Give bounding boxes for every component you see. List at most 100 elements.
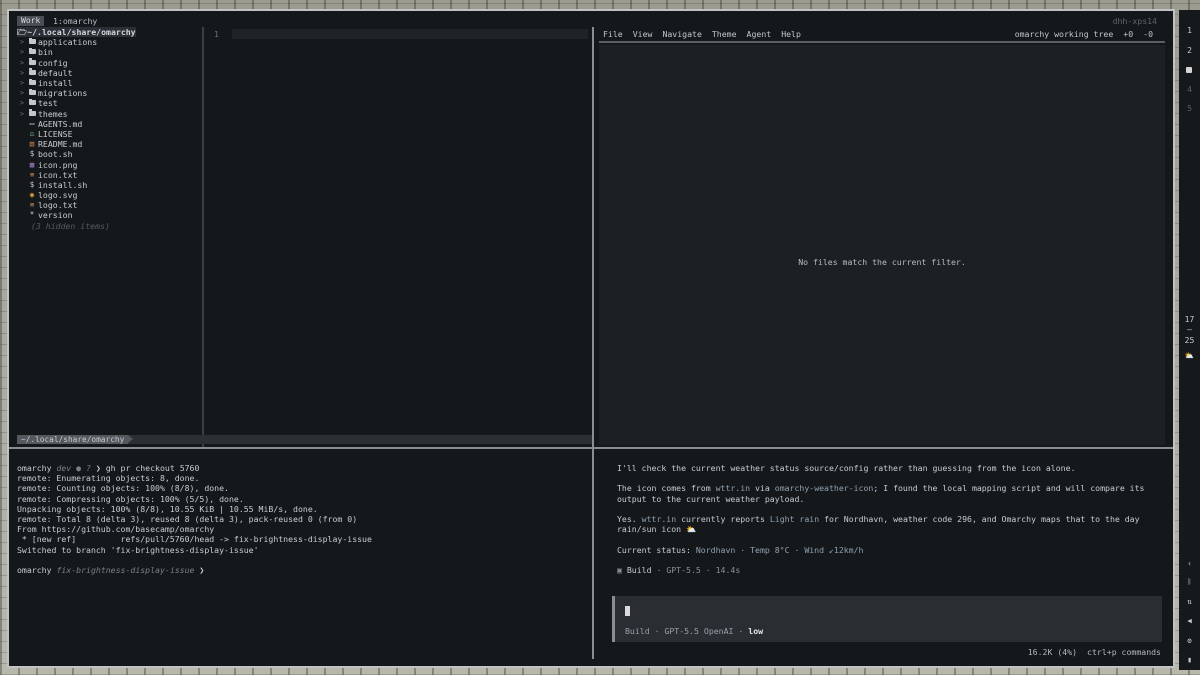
agent-message: Yes. wttr.in currently reports Light rai… [617,513,1140,535]
chevron-right-icon[interactable]: > [17,109,27,119]
workspace-1[interactable]: 1 [1179,26,1200,35]
mode-label[interactable]: Build [625,626,650,636]
menu-help[interactable]: Help [781,29,801,39]
prompt-user: omarchy [17,463,52,473]
workspace-4[interactable]: 4 [1179,85,1200,94]
weather-text: Light rain [769,513,820,524]
tree-item-label: bin [38,47,53,58]
model-label[interactable]: · GPT-5.5 [650,626,704,636]
chevron-right-icon[interactable]: > [17,98,27,108]
window-title[interactable]: 1:omarchy [53,16,97,26]
menu-view[interactable]: View [633,29,653,39]
workspace-2[interactable]: 2 [1179,46,1200,55]
menu-agent[interactable]: Agent [747,29,772,39]
window-topbar: Work 1:omarchy dhh-xps14 [9,11,1173,26]
bluetooth-icon[interactable]: ᛒ [1179,577,1200,586]
volume-icon[interactable]: ◀ [1179,616,1200,625]
tree-folder[interactable]: > test [17,98,203,108]
agent-pane: I'll check the current weather status so… [612,463,1167,663]
text-cursor [625,606,630,616]
folder-icon [27,47,37,57]
input-meta: Build · GPT-5.5 OpenAI · low [625,626,764,636]
tree-file[interactable]: ▭ AGENTS.md [17,119,203,129]
agent-input-box[interactable]: Build · GPT-5.5 OpenAI · low [612,596,1162,642]
tree-file[interactable]: * version [17,210,203,220]
shell-pane[interactable]: omarchy dev ● ? ❯ gh pr checkout 5760 re… [17,463,587,653]
folder-icon [27,88,37,98]
file-tree[interactable]: 🗁~/.local/share/omarchy > applications > bi… [17,27,203,443]
sh-file-icon: $ [29,179,35,189]
tree-file[interactable]: $ boot.sh [17,149,203,159]
terminal-output-line: remote: Counting objects: 100% (8/8), do… [17,483,229,494]
tree-folder[interactable]: > default [17,68,203,78]
workspace-5[interactable]: 5 [1179,104,1200,113]
prompt-arrow: ❯ [95,463,106,473]
tree-folder[interactable]: > migrations [17,88,203,98]
chevron-right-icon[interactable]: > [17,47,27,57]
clock-hour[interactable]: 17 [1179,315,1200,324]
menu-file[interactable]: File [603,29,623,39]
chevron-right-icon[interactable]: > [17,88,27,98]
txt-file-icon: ≡ [29,169,35,179]
added-count: +0 [1123,29,1134,39]
svg-file-icon: ◉ [29,190,35,200]
agent-message: The icon comes from wttr.in via omarchy-… [617,483,1145,504]
tree-folder[interactable]: > themes [17,109,203,119]
prompt-arrow: ❯ [199,564,205,575]
line-number: 1 [214,29,219,39]
menu-navigate[interactable]: Navigate [662,29,701,39]
tree-item-label: test [38,98,58,109]
workspace-tab[interactable]: Work [17,16,45,26]
horizontal-pane-splitter[interactable] [9,447,1173,449]
editor-pane[interactable]: 1 [204,27,592,447]
path-segment: ~/.local/share/omarchy [17,435,134,444]
menu-theme[interactable]: Theme [712,29,737,39]
png-file-icon: ▦ [29,159,35,169]
readme-file-icon: ▤ [29,139,35,149]
commands-hint[interactable]: ctrl+p commands [1087,647,1161,657]
tree-file[interactable]: ▦ icon.png [17,159,203,170]
empty-filter-message: No files match the current filter. [798,257,966,267]
tree-root[interactable]: 🗁~/.local/share/omarchy [17,27,203,37]
network-icon[interactable]: ⇅ [1179,597,1200,606]
hidden-items-note[interactable]: (3 hidden items) [17,221,203,231]
prompt-branch: dev ● ? [56,463,96,473]
terminal-output-line: Unpacking objects: 100% (8/8), 10.55 KiB… [17,503,318,514]
link-text: wttr.in [641,513,677,524]
tree-file[interactable]: $ install.sh [17,180,203,190]
chevron-right-icon[interactable]: > [17,58,27,68]
chevron-right-icon[interactable]: > [17,68,27,78]
effort-label[interactable]: low [748,626,763,636]
battery-icon[interactable]: ▮ [1179,655,1200,664]
tree-item-label: icon.png [38,159,78,170]
tree-folder[interactable]: > applications [17,37,203,47]
clock-separator: — [1187,325,1192,334]
clock-minute[interactable]: 25 [1179,336,1200,345]
tree-folder[interactable]: > config [17,58,203,68]
weather-icon[interactable]: ⛅ [1179,351,1200,360]
cpu-icon[interactable]: ⚙ [1179,636,1200,645]
tree-file[interactable]: ≡ logo.txt [17,200,203,210]
tree-file[interactable]: ⚖ LICENSE [17,129,203,139]
tree-folder[interactable]: > install [17,78,203,88]
prompt-line-current[interactable]: omarchy fix-brightness-display-issue ❯ [17,565,587,575]
chevron-right-icon[interactable]: > [17,37,27,47]
workspace-active-indicator[interactable] [1186,67,1192,73]
vertical-pane-splitter[interactable] [592,27,594,659]
tree-file[interactable]: ▤ README.md [17,139,203,149]
folder-icon [27,37,37,47]
tree-folder[interactable]: > bin [17,47,203,57]
chevron-left-icon[interactable]: ‹ [1179,559,1200,568]
folder-icon [27,109,37,119]
tree-file[interactable]: ◉ logo.svg [17,190,203,200]
tree-file[interactable]: ≡ icon.txt [17,170,203,180]
git-file-list[interactable]: No files match the current filter. [599,45,1165,445]
file-file-icon: * [29,210,35,220]
chevron-right-icon[interactable]: > [17,78,27,88]
tree-item-label: migrations [38,88,88,99]
weather-status: Nordhavn · Temp 8°C · Wind ↙12km/h [695,544,864,555]
tree-item-label: AGENTS.md [38,118,83,129]
tree-item-label: config [38,57,68,68]
status-bar: 1 2 4 5 17 — 25 ⛅ ‹ ᛒ ⇅ ◀ ⚙ ▮ [1179,10,1200,670]
